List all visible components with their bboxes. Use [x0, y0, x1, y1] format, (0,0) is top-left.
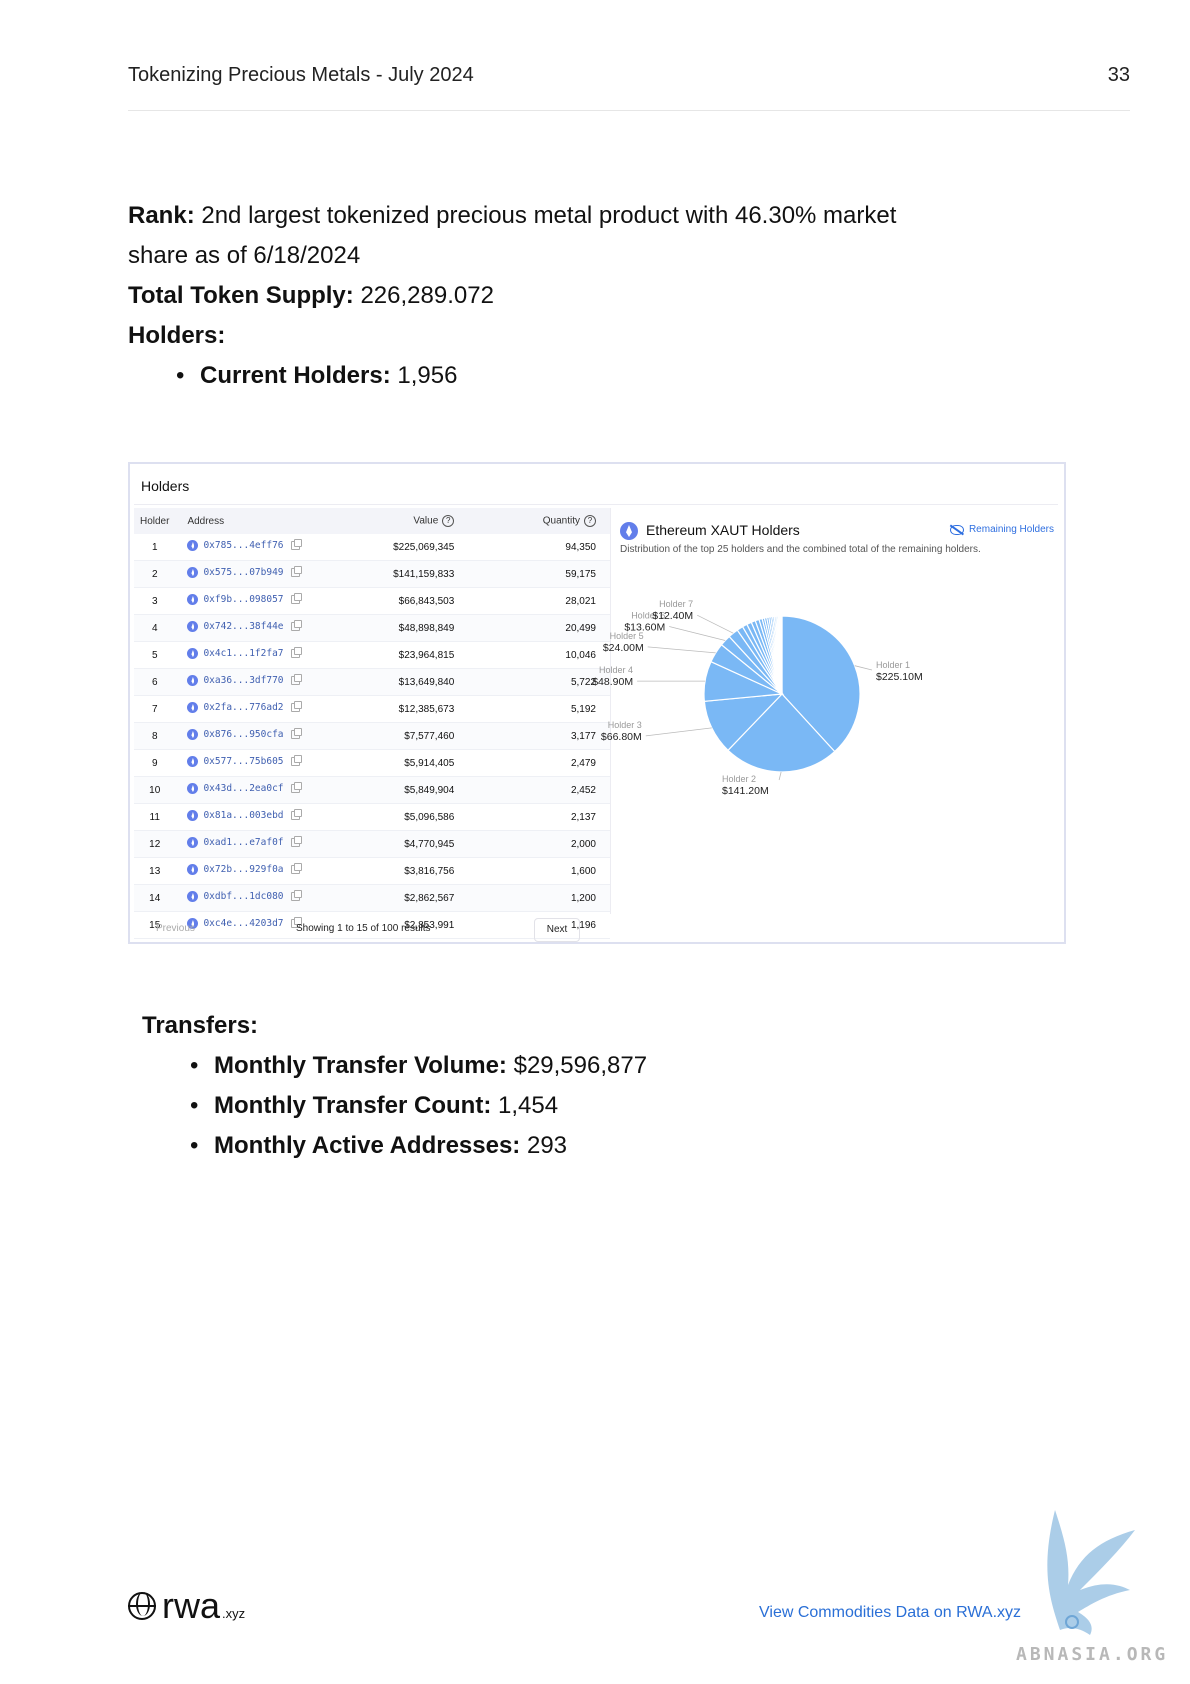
- pie-label-name: Holder 1: [876, 660, 910, 670]
- rank-label: Rank:: [128, 202, 195, 229]
- rwa-logo: rwa .xyz: [128, 1588, 245, 1624]
- pie-label-value: $13.60M: [624, 622, 665, 634]
- pie-label-name: Holder 3: [608, 720, 642, 730]
- pie-label-leader: [854, 665, 873, 671]
- transfers-heading: Transfers:: [142, 1006, 842, 1046]
- pie-label-value: $48.90M: [592, 676, 633, 688]
- abnasia-logo-icon: [1047, 1510, 1135, 1635]
- transfer-count-value: 1,454: [498, 1092, 559, 1119]
- pie-label-value: $12.40M: [652, 610, 693, 622]
- globe-icon: [128, 1592, 156, 1620]
- pie-label-leader: [697, 614, 734, 634]
- transfers-section: Transfers: Monthly Transfer Volume: $29,…: [142, 1006, 842, 1166]
- current-holders-label: Current Holders:: [200, 362, 391, 389]
- pie-label-value: $24.00M: [603, 642, 644, 654]
- commodities-data-link[interactable]: View Commodities Data on RWA.xyz: [759, 1604, 1021, 1622]
- transfer-count-item: Monthly Transfer Count: 1,454: [190, 1086, 842, 1126]
- holders-screenshot-card: Holders Holder Address Value? Quantity? …: [128, 462, 1066, 944]
- pie-label-name: Holder 7: [659, 599, 693, 609]
- pie-label-leader: [669, 626, 726, 641]
- current-holders-item: Current Holders: 1,956: [176, 356, 948, 396]
- transfers-label: Transfers:: [142, 1012, 259, 1039]
- pie-label-leader: [778, 771, 782, 781]
- holders-pie-chart: Holder 1$225.10M Holder 2$141.20M Holder 3…: [592, 599, 923, 797]
- supply-value: 226,289.072: [360, 282, 494, 309]
- holders-heading: Holders:: [128, 316, 948, 356]
- pie-label-name: Holder 2: [722, 774, 756, 784]
- active-addresses-label: Monthly Active Addresses:: [214, 1132, 521, 1159]
- rank-value: 2nd largest tokenized precious metal pro…: [128, 202, 897, 269]
- holders-list: Current Holders: 1,956: [128, 356, 948, 396]
- pie-label-name: Holder 4: [599, 665, 633, 675]
- watermark-text: ABNASIA.ORG: [1016, 1644, 1169, 1665]
- rank-line: Rank: 2nd largest tokenized precious met…: [128, 196, 948, 276]
- holders-label: Holders:: [128, 322, 226, 349]
- supply-label: Total Token Supply:: [128, 282, 354, 309]
- transfer-count-label: Monthly Transfer Count:: [214, 1092, 492, 1119]
- summary-section: Rank: 2nd largest tokenized precious met…: [128, 196, 948, 396]
- logo-tld: .xyz: [222, 1606, 246, 1621]
- pie-label-value: $225.10M: [876, 671, 923, 683]
- pie-label-value: $141.20M: [722, 785, 769, 797]
- transfer-volume-item: Monthly Transfer Volume: $29,596,877: [190, 1046, 842, 1086]
- transfer-volume-label: Monthly Transfer Volume:: [214, 1052, 507, 1079]
- transfers-list: Monthly Transfer Volume: $29,596,877 Mon…: [142, 1046, 842, 1166]
- active-addresses-item: Monthly Active Addresses: 293: [190, 1126, 842, 1166]
- pie-label-leader: [645, 727, 712, 737]
- header-divider: [128, 110, 1130, 111]
- current-holders-value: 1,956: [397, 362, 458, 389]
- pie-label-leader: [647, 646, 716, 654]
- page-number: 33: [1107, 64, 1130, 86]
- logo-wordmark: rwa: [162, 1585, 221, 1626]
- supply-line: Total Token Supply: 226,289.072: [128, 276, 948, 316]
- pie-label-value: $66.80M: [601, 731, 642, 743]
- active-addresses-value: 293: [526, 1132, 568, 1159]
- transfer-volume-value: $29,596,877: [513, 1052, 648, 1079]
- document-title: Tokenizing Precious Metals - July 2024: [128, 64, 474, 86]
